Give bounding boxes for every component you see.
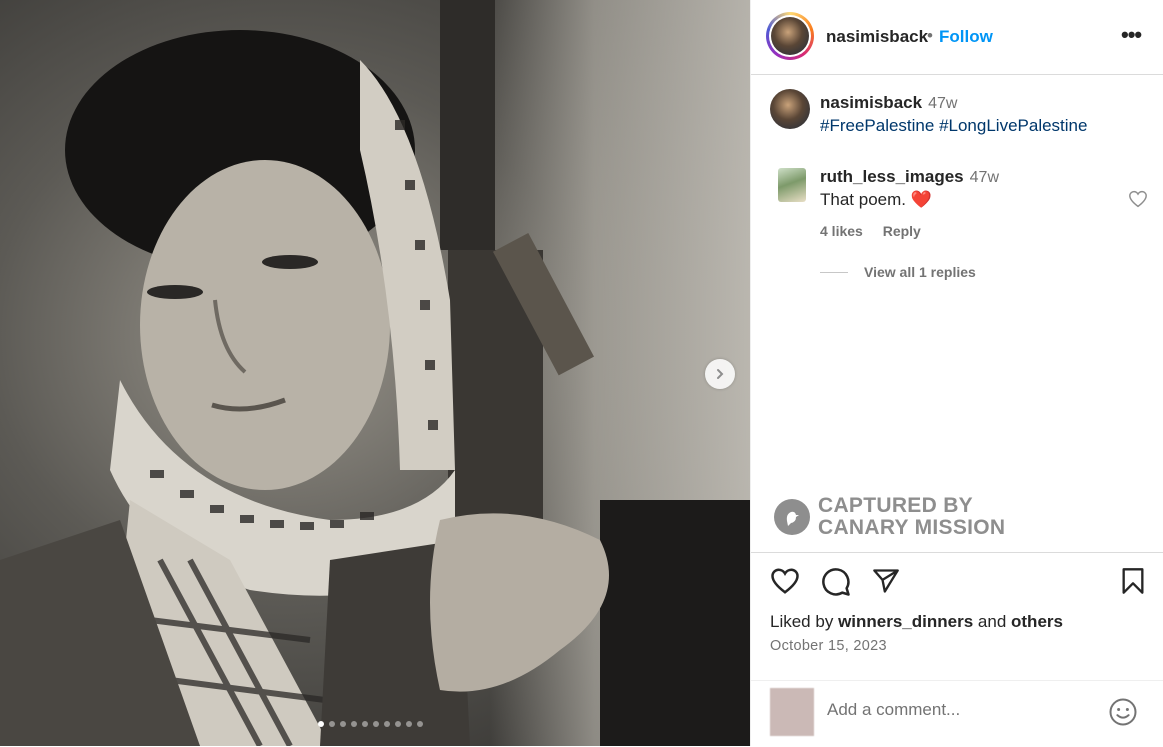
- reply-button[interactable]: Reply: [883, 223, 921, 239]
- post-media[interactable]: [0, 0, 750, 746]
- watermark-line-2: CANARY MISSION: [818, 516, 1006, 539]
- share-button[interactable]: [872, 567, 900, 600]
- comment-icon: [822, 568, 850, 596]
- like-button[interactable]: [770, 567, 800, 600]
- view-replies-button[interactable]: View all 1 replies: [820, 264, 976, 280]
- post-side-panel: nasimisback • Follow ••• nasimisback 47w …: [750, 0, 1163, 746]
- caption-username[interactable]: nasimisback: [820, 93, 922, 112]
- heart-icon: [771, 568, 799, 594]
- carousel-next-button[interactable]: [705, 359, 735, 389]
- replies-divider: [820, 271, 848, 273]
- likes-and: and: [977, 612, 1007, 631]
- carousel-dot: [373, 721, 379, 727]
- comment-likes-count[interactable]: 4 likes: [820, 223, 863, 239]
- share-icon: [873, 569, 899, 593]
- likes-prefix: Liked by: [770, 612, 834, 631]
- carousel-dot: [329, 721, 335, 727]
- header-separator: •: [927, 26, 933, 45]
- carousel-dot: [395, 721, 401, 727]
- heart-emoji: ❤️: [910, 190, 932, 209]
- caption-hashtags[interactable]: #FreePalestine #LongLivePalestine: [820, 116, 1087, 135]
- comment-button[interactable]: [821, 567, 851, 602]
- author-username[interactable]: nasimisback: [826, 27, 928, 47]
- carousel-dot: [340, 721, 346, 727]
- follow-button[interactable]: Follow: [939, 27, 993, 47]
- post-header: nasimisback • Follow •••: [751, 0, 1163, 75]
- canary-bird-icon: [774, 499, 810, 535]
- carousel-dot: [318, 721, 324, 727]
- current-user-avatar: [770, 688, 814, 736]
- comment-body: That poem.: [820, 190, 906, 209]
- carousel-dot: [384, 721, 390, 727]
- comment-input[interactable]: [825, 699, 1099, 721]
- add-comment-bar: [751, 680, 1163, 747]
- watermark: CAPTURED BY CANARY MISSION: [774, 495, 1005, 539]
- emoji-icon: [1109, 698, 1137, 726]
- liked-by-others[interactable]: others: [1011, 612, 1063, 631]
- caption-time[interactable]: 47w: [928, 95, 957, 112]
- comment-meta: 4 likes Reply: [820, 223, 937, 239]
- view-replies-label: View all 1 replies: [864, 264, 976, 280]
- carousel-indicator: [318, 721, 423, 727]
- action-bar: [751, 553, 1163, 617]
- emoji-button[interactable]: [1108, 697, 1138, 732]
- save-button[interactable]: [1121, 567, 1145, 600]
- commenter-avatar[interactable]: [778, 168, 806, 202]
- carousel-dot: [362, 721, 368, 727]
- chevron-right-icon: [717, 369, 724, 379]
- watermark-line-1: CAPTURED BY: [818, 494, 973, 517]
- heart-icon: [1129, 190, 1147, 208]
- author-avatar: [771, 17, 809, 55]
- comment-text-block: ruth_less_images 47w That poem. ❤️: [820, 166, 1130, 211]
- post-photo: [0, 0, 750, 746]
- comment-time[interactable]: 47w: [970, 169, 999, 186]
- post-actions-area: Liked by winners_dinners and others Octo…: [751, 552, 1163, 654]
- bookmark-icon: [1122, 568, 1144, 594]
- carousel-dot: [417, 721, 423, 727]
- likes-summary: Liked by winners_dinners and others: [770, 612, 1063, 632]
- carousel-dot: [351, 721, 357, 727]
- author-avatar-story-ring[interactable]: [766, 12, 814, 60]
- commenter-username[interactable]: ruth_less_images: [820, 167, 964, 186]
- liked-by-user[interactable]: winners_dinners: [838, 612, 973, 631]
- comment-like-button[interactable]: [1128, 190, 1148, 213]
- caption-text-block: nasimisback 47w #FreePalestine #LongLiveP…: [820, 92, 1150, 137]
- more-options-button[interactable]: •••: [1121, 22, 1142, 48]
- caption-avatar[interactable]: [770, 89, 810, 129]
- post-date[interactable]: October 15, 2023: [770, 638, 887, 654]
- carousel-dot: [406, 721, 412, 727]
